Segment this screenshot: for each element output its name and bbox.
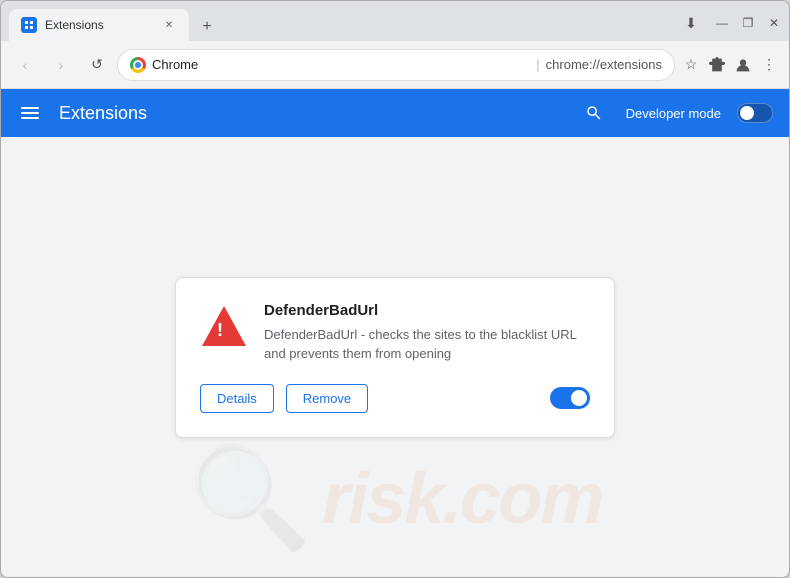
address-bar[interactable]: Chrome | chrome://extensions (117, 49, 675, 81)
address-site: Chrome (152, 57, 530, 72)
main-content: 🔍 risk.com ! DefenderBadUrl DefenderBadU… (1, 137, 789, 577)
title-bar: Extensions ✕ + ⬇ — ❐ ✕ (1, 1, 789, 41)
menu-button[interactable]: ⋮ (757, 53, 781, 77)
details-button[interactable]: Details (200, 384, 274, 413)
tab-title: Extensions (45, 18, 153, 32)
extension-icon: ! (200, 302, 248, 350)
extension-name: DefenderBadUrl (264, 302, 590, 319)
site-icon (130, 57, 146, 73)
menu-hamburger[interactable] (17, 103, 43, 123)
back-button[interactable]: ‹ (9, 49, 41, 81)
active-tab[interactable]: Extensions ✕ (9, 9, 189, 41)
extensions-page-title: Extensions (59, 103, 562, 124)
extension-description: DefenderBadUrl - checks the sites to the… (264, 325, 590, 364)
card-header: ! DefenderBadUrl DefenderBadUrl - checks… (200, 302, 590, 364)
toggle-knob (740, 106, 754, 120)
watermark-text: risk.com (322, 458, 602, 540)
card-info: DefenderBadUrl DefenderBadUrl - checks t… (264, 302, 590, 364)
tab-strip: Extensions ✕ + (9, 9, 679, 41)
developer-mode-label: Developer mode (626, 106, 721, 121)
browser-toolbar: ‹ › ↺ Chrome | chrome://extensions ☆ ⋮ (1, 41, 789, 89)
toolbar-right: ☆ ⋮ (679, 53, 781, 77)
developer-mode-toggle[interactable] (737, 103, 773, 123)
extension-toggle-knob (571, 390, 587, 406)
extensions-button[interactable] (705, 53, 729, 77)
extension-card: ! DefenderBadUrl DefenderBadUrl - checks… (175, 277, 615, 438)
reload-button[interactable]: ↺ (81, 49, 113, 81)
watermark-icon: 🔍 (188, 440, 313, 557)
new-tab-button[interactable]: + (193, 13, 221, 41)
browser-window: Extensions ✕ + ⬇ — ❐ ✕ ‹ › ↺ Chrome | ch… (0, 0, 790, 578)
minimize-button[interactable]: — (715, 16, 729, 30)
extension-toggle[interactable] (550, 387, 590, 409)
download-button[interactable]: ⬇ (679, 11, 703, 35)
maximize-button[interactable]: ❐ (741, 16, 755, 30)
extensions-header: Extensions Developer mode (1, 89, 789, 137)
card-actions: Details Remove (200, 384, 590, 413)
profile-button[interactable] (731, 53, 755, 77)
address-url: chrome://extensions (546, 57, 662, 72)
warning-exclamation: ! (217, 320, 223, 341)
address-separator: | (536, 57, 539, 72)
search-button[interactable] (578, 97, 610, 129)
warning-triangle: ! (202, 306, 246, 346)
forward-button[interactable]: › (45, 49, 77, 81)
os-controls: ⬇ — ❐ ✕ (679, 11, 781, 41)
tab-close-button[interactable]: ✕ (161, 17, 177, 33)
tab-favicon (21, 17, 37, 33)
bookmark-button[interactable]: ☆ (679, 53, 703, 77)
watermark: 🔍 risk.com (1, 440, 789, 557)
close-button[interactable]: ✕ (767, 16, 781, 30)
remove-button[interactable]: Remove (286, 384, 368, 413)
